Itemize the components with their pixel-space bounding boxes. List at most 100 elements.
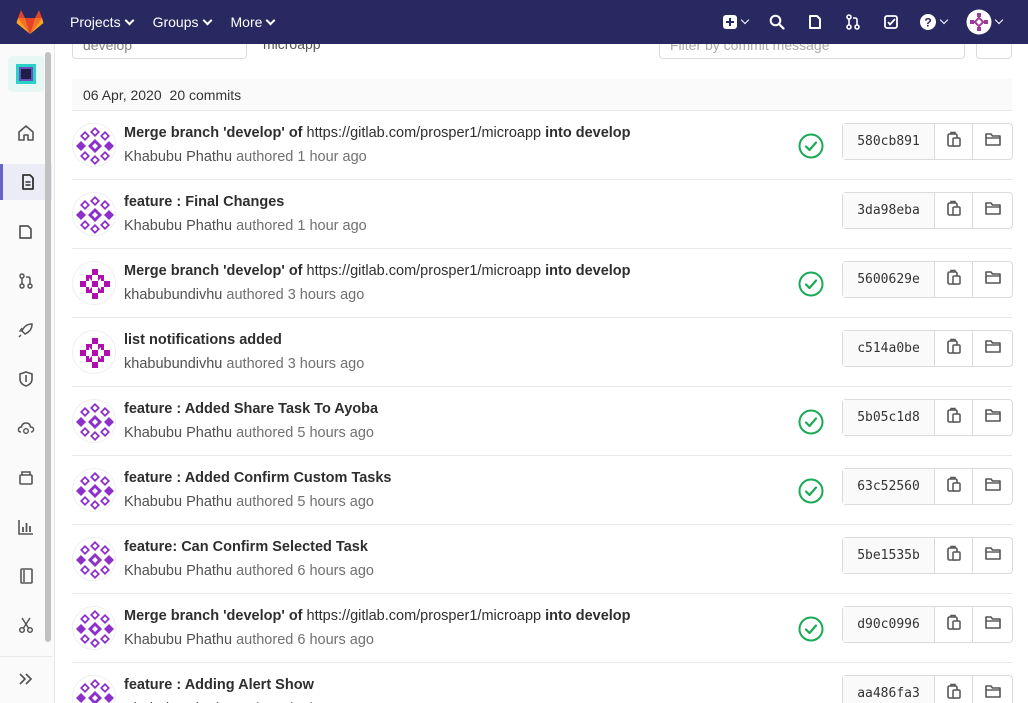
commit-search-input[interactable]: Filter by commit message [659, 44, 965, 59]
commit-title-end[interactable]: into develop [545, 125, 630, 141]
author-avatar[interactable] [72, 399, 116, 443]
commit-author[interactable]: Khabubu Phathu [124, 149, 232, 165]
project-avatar[interactable] [8, 56, 44, 92]
commit-author[interactable]: khabubundivhu [124, 287, 222, 303]
todos-button[interactable] [872, 0, 910, 44]
browse-files-button[interactable] [973, 469, 1012, 504]
commit-title[interactable]: Merge branch 'develop' of https://gitlab… [124, 263, 631, 279]
commit-title-text[interactable]: feature : Added Share Task To Ayoba [124, 401, 378, 417]
author-avatar[interactable] [72, 606, 116, 650]
author-avatar[interactable] [72, 123, 116, 167]
collapse-icon [19, 672, 33, 685]
commit-title-link[interactable]: https://gitlab.com/prosper1/microapp [307, 125, 542, 141]
author-avatar[interactable] [72, 261, 116, 305]
commit-title-text[interactable]: Merge branch 'develop' of [124, 608, 303, 624]
copy-sha-button[interactable] [935, 400, 973, 435]
copy-sha-button[interactable] [935, 607, 973, 642]
browse-files-button[interactable] [973, 538, 1012, 573]
help-dropdown-button[interactable]: ? [910, 0, 956, 44]
browse-files-button[interactable] [973, 193, 1012, 228]
commit-sha-group: 5be1535b [842, 537, 1013, 574]
copy-sha-button[interactable] [935, 124, 973, 159]
copy-sha-button[interactable] [935, 538, 973, 573]
commit-title-link[interactable]: https://gitlab.com/prosper1/microapp [307, 608, 542, 624]
commit-sha-button[interactable]: 5b05c1d8 [843, 400, 935, 435]
author-avatar[interactable] [72, 675, 116, 703]
commit-sha-button[interactable]: c514a0be [843, 331, 935, 366]
commit-title[interactable]: Merge branch 'develop' of https://gitlab… [124, 608, 631, 624]
commit-title[interactable]: feature : Added Confirm Custom Tasks [124, 470, 391, 486]
nav-more-dropdown[interactable]: More [221, 0, 285, 44]
browse-files-button[interactable] [973, 676, 1012, 703]
copy-sha-button[interactable] [935, 676, 973, 703]
author-avatar[interactable] [72, 537, 116, 581]
commit-title-text[interactable]: feature : Added Confirm Custom Tasks [124, 470, 391, 486]
commit-title[interactable]: feature: Can Confirm Selected Task [124, 539, 368, 555]
commit-sha-button[interactable]: 580cb891 [843, 124, 935, 159]
copy-sha-button[interactable] [935, 262, 973, 297]
pipeline-passed-icon[interactable] [798, 133, 824, 159]
nav-projects-dropdown[interactable]: Projects [60, 0, 143, 44]
nav-groups-dropdown[interactable]: Groups [143, 0, 221, 44]
commit-title-text[interactable]: Merge branch 'develop' of [124, 263, 303, 279]
search-icon [769, 14, 785, 30]
commit-title[interactable]: feature : Added Share Task To Ayoba [124, 401, 378, 417]
commit-title-end[interactable]: into develop [545, 263, 630, 279]
commit-author[interactable]: Khabubu Phathu [124, 425, 232, 441]
commit-sha-button[interactable]: aa486fa3 [843, 676, 935, 703]
commit-sha-button[interactable]: 63c52560 [843, 469, 935, 504]
commit-row: feature : Adding Alert Show Khabubu Phat… [72, 663, 1013, 703]
copy-sha-button[interactable] [935, 193, 973, 228]
collapse-sidebar-button[interactable] [0, 656, 52, 700]
pipeline-passed-icon[interactable] [798, 271, 824, 297]
commit-verb: authored [226, 356, 284, 372]
chevron-down-icon [124, 15, 135, 25]
search-button[interactable] [758, 0, 796, 44]
author-avatar[interactable] [72, 192, 116, 236]
commit-sha-group: 63c52560 [842, 468, 1013, 505]
commit-sha-button[interactable]: d90c0996 [843, 607, 935, 642]
commit-author[interactable]: khabubundivhu [124, 356, 222, 372]
repository-icon [21, 174, 34, 190]
copy-sha-button[interactable] [935, 469, 973, 504]
pipeline-passed-icon[interactable] [798, 409, 824, 435]
commit-title-text[interactable]: feature : Adding Alert Show [124, 677, 314, 693]
browse-files-button[interactable] [973, 124, 1012, 159]
user-menu-button[interactable] [956, 0, 1012, 44]
browse-files-button[interactable] [973, 262, 1012, 297]
commit-title-text[interactable]: feature: Can Confirm Selected Task [124, 539, 368, 555]
commit-title[interactable]: feature : Adding Alert Show [124, 677, 314, 693]
commit-title-end[interactable]: into develop [545, 608, 630, 624]
gitlab-logo-icon[interactable] [0, 0, 60, 44]
author-avatar[interactable] [72, 330, 116, 374]
pipeline-passed-icon[interactable] [798, 478, 824, 504]
commit-title-link[interactable]: https://gitlab.com/prosper1/microapp [307, 263, 542, 279]
commit-meta: Khabubu Phathu authored 6 hours ago [124, 632, 374, 648]
commit-title-text[interactable]: list notifications added [124, 332, 282, 348]
commit-title[interactable]: Merge branch 'develop' of https://gitlab… [124, 125, 631, 141]
commit-sha-button[interactable]: 5600629e [843, 262, 935, 297]
commit-author[interactable]: Khabubu Phathu [124, 563, 232, 579]
commit-sha-button[interactable]: 5be1535b [843, 538, 935, 573]
commit-title-text[interactable]: Merge branch 'develop' of [124, 125, 303, 141]
commit-title[interactable]: feature : Final Changes [124, 194, 284, 210]
merge-requests-button[interactable] [834, 0, 872, 44]
new-dropdown-button[interactable] [712, 0, 758, 44]
browse-files-button[interactable] [973, 400, 1012, 435]
commit-title[interactable]: list notifications added [124, 332, 282, 348]
sidebar-scrollbar[interactable] [45, 52, 51, 642]
branch-dropdown[interactable]: develop [72, 44, 247, 59]
browse-files-button[interactable] [973, 331, 1012, 366]
commit-title-text[interactable]: feature : Final Changes [124, 194, 284, 210]
more-options-button[interactable] [976, 44, 1012, 59]
pipeline-passed-icon[interactable] [798, 616, 824, 642]
copy-sha-button[interactable] [935, 331, 973, 366]
browse-files-button[interactable] [973, 607, 1012, 642]
author-avatar[interactable] [72, 468, 116, 512]
issues-button[interactable] [796, 0, 834, 44]
book-icon [20, 568, 33, 584]
commit-author[interactable]: Khabubu Phathu [124, 632, 232, 648]
commit-author[interactable]: Khabubu Phathu [124, 494, 232, 510]
commit-author[interactable]: Khabubu Phathu [124, 218, 232, 234]
commit-sha-button[interactable]: 3da98eba [843, 193, 935, 228]
